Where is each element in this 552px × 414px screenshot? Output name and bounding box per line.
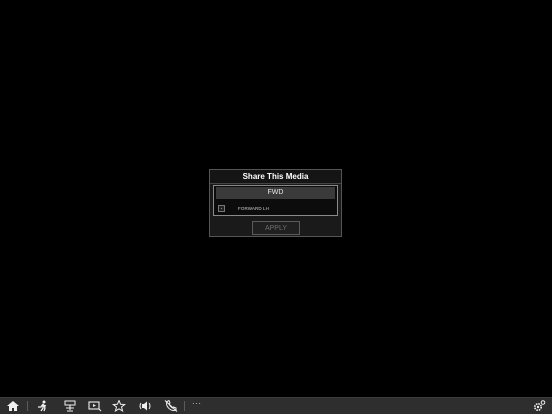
apply-button[interactable]: APPLY	[252, 221, 300, 235]
video-icon[interactable]	[88, 400, 102, 412]
separator	[184, 401, 185, 411]
more-menu-button[interactable]: ···	[192, 399, 202, 408]
checkbox-forward-lh[interactable]	[218, 204, 225, 212]
dialog-title: Share This Media	[210, 170, 341, 184]
list-item-label: FORWARD LH	[238, 205, 270, 211]
taskbar: ···	[0, 397, 552, 414]
group-header-fwd[interactable]: FWD	[216, 187, 335, 199]
settings-icon[interactable]	[532, 400, 546, 412]
phone-disabled-icon[interactable]	[164, 400, 178, 412]
sign-icon[interactable]	[63, 400, 77, 412]
home-icon[interactable]	[6, 400, 20, 412]
share-media-dialog: Share This Media FWD FORWARD LH APPLY	[209, 169, 342, 237]
person-walk-icon[interactable]	[36, 400, 50, 412]
screen: Share This Media FWD FORWARD LH APPLY ··…	[0, 0, 552, 414]
share-target-list: FWD FORWARD LH	[213, 185, 338, 216]
audio-icon[interactable]	[138, 400, 152, 412]
list-item[interactable]: FORWARD LH	[216, 202, 335, 214]
separator	[27, 401, 28, 411]
star-icon[interactable]	[112, 400, 126, 412]
